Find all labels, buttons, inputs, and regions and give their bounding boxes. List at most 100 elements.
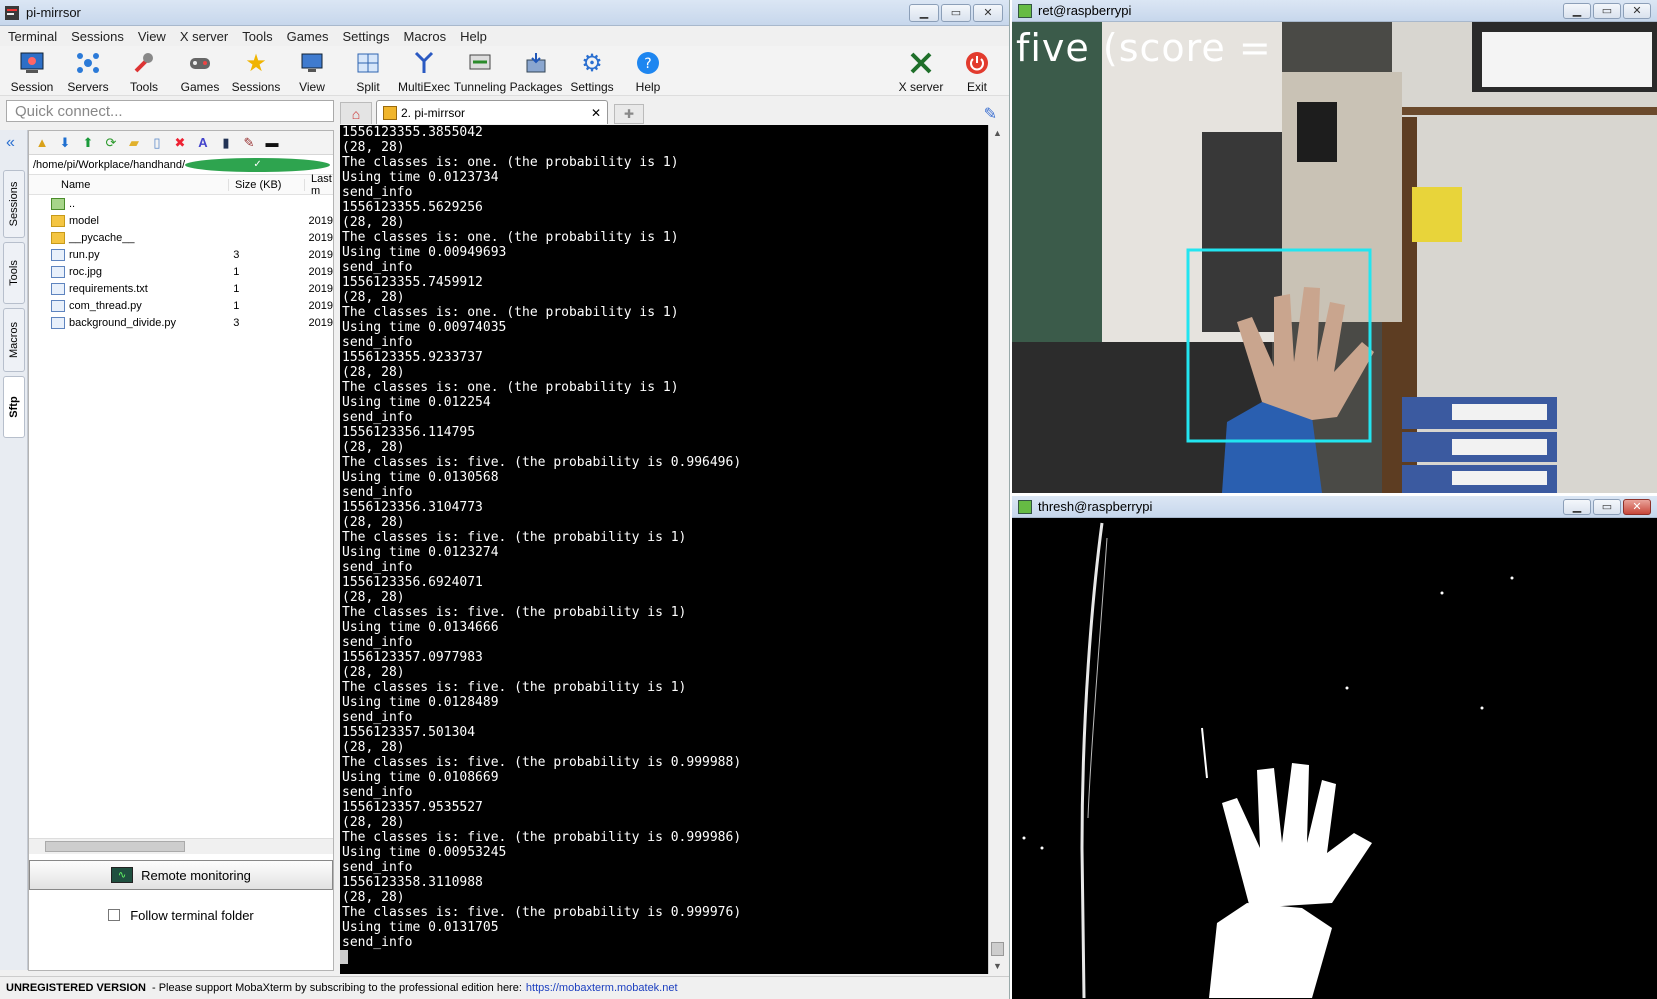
- tab-pi-mirrsor[interactable]: 2. pi-mirrsor ✕: [376, 100, 608, 124]
- close-button[interactable]: ✕: [1623, 498, 1651, 515]
- menu-view[interactable]: View: [134, 29, 176, 44]
- terminal-scrollbar[interactable]: ▲ ▼: [988, 125, 1006, 974]
- menu-terminal[interactable]: Terminal: [4, 29, 67, 44]
- menu-tools[interactable]: Tools: [238, 29, 282, 44]
- column-size[interactable]: Size (KB): [229, 178, 305, 191]
- terminal-output[interactable]: 1556123355.3855042 (28, 28) The classes is…: [340, 125, 988, 974]
- sftp-path-bar[interactable]: /home/pi/Workplace/handhand/ ✓: [29, 155, 333, 175]
- thresh-titlebar: thresh@raspberrypi ▁ ▭ ✕: [1012, 496, 1657, 518]
- parent-folder-icon[interactable]: ▲: [33, 134, 51, 152]
- toolbar-tools-button[interactable]: Tools: [116, 48, 172, 94]
- menu-settings[interactable]: Settings: [339, 29, 400, 44]
- maximize-button[interactable]: ▭: [1593, 498, 1621, 515]
- new-tab-button[interactable]: ✚: [614, 104, 644, 124]
- sftp-horizontal-scrollbar[interactable]: [29, 838, 333, 854]
- toolbar-split-button[interactable]: Split: [340, 48, 396, 94]
- minimize-button[interactable]: ▁: [1563, 498, 1591, 515]
- close-button[interactable]: ✕: [973, 3, 1003, 22]
- toolbar-settings-button[interactable]: ⚙ Settings: [564, 48, 620, 95]
- toolbar-exit-button[interactable]: Exit: [949, 48, 1005, 94]
- toolbar-sessions-button[interactable]: ★ Sessions: [228, 48, 284, 95]
- scroll-down-icon[interactable]: ▼: [989, 958, 1006, 974]
- permissions-icon[interactable]: ▮: [217, 134, 235, 152]
- toolbar-games-button[interactable]: Games: [172, 48, 228, 94]
- file-row-background-divide[interactable]: background_divide.py 3 2019: [29, 314, 333, 331]
- maximize-button[interactable]: ▭: [941, 3, 971, 22]
- new-file-icon[interactable]: ▯: [148, 134, 166, 152]
- terminal-line: (28, 28): [342, 290, 405, 305]
- column-last-modified[interactable]: Last m: [305, 173, 333, 197]
- column-name[interactable]: Name: [29, 178, 229, 191]
- scroll-thumb[interactable]: [991, 942, 1004, 956]
- file-row-roc-jpg[interactable]: roc.jpg 1 2019: [29, 263, 333, 280]
- download-icon[interactable]: ⬇: [56, 134, 74, 152]
- side-tab-bar: « Sessions Tools Macros Sftp: [0, 130, 28, 970]
- menu-bar: Terminal Sessions View X server Tools Ga…: [0, 26, 1009, 46]
- settings-icon: ⚙: [581, 49, 603, 77]
- file-row-model[interactable]: model 2019: [29, 212, 333, 229]
- file-row-up[interactable]: ..: [29, 195, 333, 212]
- python-file-icon: [51, 316, 65, 329]
- new-folder-icon[interactable]: ▰: [125, 134, 143, 152]
- delete-icon[interactable]: ✖: [171, 134, 189, 152]
- checkbox[interactable]: [108, 909, 121, 921]
- file-row-requirements[interactable]: requirements.txt 1 2019: [29, 280, 333, 297]
- main-titlebar: pi-mirrsor ▁ ▭ ✕: [0, 0, 1009, 26]
- terminal-line: (28, 28): [342, 740, 405, 755]
- toolbar-servers-button[interactable]: Servers: [60, 48, 116, 94]
- path-ok-icon[interactable]: ✓: [185, 157, 330, 172]
- home-tab[interactable]: ⌂: [340, 102, 372, 124]
- rename-icon[interactable]: A: [194, 134, 212, 152]
- file-row-com-thread[interactable]: com_thread.py 1 2019: [29, 297, 333, 314]
- remote-monitoring-button[interactable]: ∿ Remote monitoring: [29, 860, 333, 890]
- file-row-pycache[interactable]: __pycache__ 2019: [29, 229, 333, 246]
- menu-sessions[interactable]: Sessions: [67, 29, 134, 44]
- up-folder-icon: [51, 197, 65, 210]
- terminal-line: Using time 0.0131705: [342, 920, 499, 935]
- terminal-line: (28, 28): [342, 815, 405, 830]
- menu-games[interactable]: Games: [283, 29, 339, 44]
- side-tab-tools[interactable]: Tools: [3, 242, 25, 304]
- toolbar-tunneling-button[interactable]: Tunneling: [452, 48, 508, 94]
- toolbar-session-button[interactable]: Session: [4, 48, 60, 94]
- close-button[interactable]: ✕: [1623, 2, 1651, 19]
- side-tab-macros[interactable]: Macros: [3, 308, 25, 372]
- maximize-button[interactable]: ▭: [1593, 2, 1621, 19]
- scroll-up-icon[interactable]: ▲: [989, 125, 1006, 141]
- menu-help[interactable]: Help: [456, 29, 497, 44]
- edit-icon[interactable]: ✎: [240, 134, 258, 152]
- file-row-run-py[interactable]: run.py 3 2019: [29, 246, 333, 263]
- side-tab-sftp[interactable]: Sftp: [3, 376, 25, 438]
- text-file-icon: [51, 282, 65, 295]
- toolbar-help-button[interactable]: ? Help: [620, 48, 676, 94]
- menu-x-server[interactable]: X server: [176, 29, 238, 44]
- mobatek-link[interactable]: https://mobaxterm.mobatek.net: [526, 982, 678, 994]
- tab-close-icon[interactable]: ✕: [591, 106, 601, 120]
- folder-icon: [51, 214, 65, 227]
- scroll-thumb[interactable]: [45, 841, 185, 852]
- terminal-line: send_info: [342, 635, 413, 650]
- toolbar-multiexec-button[interactable]: MultiExec: [396, 48, 452, 94]
- quick-connect-input[interactable]: Quick connect...: [6, 100, 334, 122]
- follow-terminal-folder-checkbox[interactable]: Follow terminal folder: [29, 904, 333, 926]
- app-icon: [5, 5, 19, 20]
- minimize-button[interactable]: ▁: [909, 3, 939, 22]
- ret-window: ret@raspberrypi ▁ ▭ ✕ five (score =: [1012, 0, 1657, 493]
- sftp-toolbar: ▲ ⬇ ⬆ ⟳ ▰ ▯ ✖ A ▮ ✎ ▬: [29, 131, 333, 155]
- upload-icon[interactable]: ⬆: [79, 134, 97, 152]
- attachment-icon[interactable]: ✎: [984, 104, 997, 124]
- xserver-icon: [908, 50, 934, 76]
- minimize-button[interactable]: ▁: [1563, 2, 1591, 19]
- toolbar-packages-button[interactable]: Packages: [508, 48, 564, 94]
- sftp-path[interactable]: /home/pi/Workplace/handhand/: [33, 159, 185, 171]
- terminal-icon[interactable]: ▬: [263, 134, 281, 152]
- terminal-line: send_info: [342, 260, 413, 275]
- side-tab-sessions[interactable]: Sessions: [3, 170, 25, 238]
- terminal-line: The classes is: five. (the probability i…: [342, 530, 687, 545]
- toolbar-xserver-button[interactable]: X server: [893, 48, 949, 94]
- menu-macros[interactable]: Macros: [399, 29, 456, 44]
- mobaxterm-window: pi-mirrsor ▁ ▭ ✕ Terminal Sessions View …: [0, 0, 1010, 999]
- toolbar-view-button[interactable]: View: [284, 48, 340, 94]
- refresh-icon[interactable]: ⟳: [102, 134, 120, 152]
- collapse-icon[interactable]: «: [6, 134, 15, 152]
